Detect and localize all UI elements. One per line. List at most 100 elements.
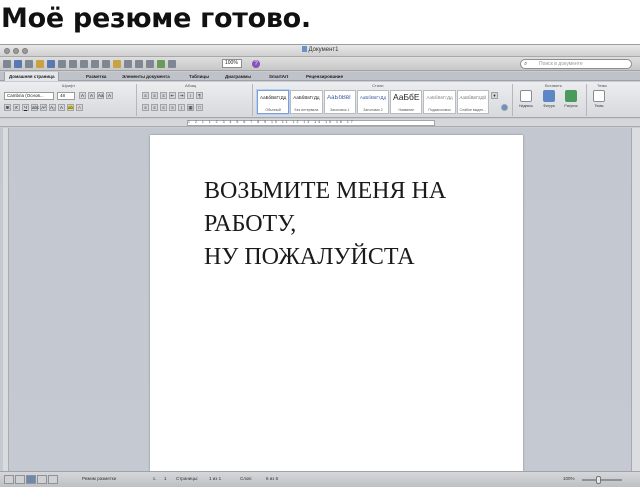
group-styles-title: Стили (372, 83, 384, 88)
change-case-button[interactable]: Aa (97, 92, 104, 99)
ribbon-tabs: Домашняя страница Разметка Элементы доку… (0, 72, 640, 81)
list-buttons: ≡ ≡ ≡ ⇤ ⇥ ↕ ¶ (142, 92, 203, 99)
document-page[interactable]: ВОЗЬМИТЕ МЕНЯ НА РАБОТУ, НУ ПОЖАЛУЙСТА (150, 135, 523, 471)
align-buttons: ≡ ≡ ≡ ≡ ↨ ▦ □ (142, 104, 203, 111)
style-tile[interactable]: АаБбВвГгДд Слабое выдел... (456, 90, 489, 114)
grow-font-button[interactable]: A (79, 92, 86, 99)
italic-button[interactable]: К (13, 104, 20, 111)
shrink-font-button[interactable]: A (88, 92, 95, 99)
style-name: Заголовок 1 (330, 108, 350, 112)
font-name-select[interactable]: Cambria (Основ... (4, 92, 54, 100)
group-insert-title: Вставить (545, 83, 562, 88)
style-tile[interactable]: АаБбВвГгДд Подзаголовок (423, 90, 456, 114)
save-icon[interactable] (47, 60, 55, 68)
zoom-select[interactable]: 100% (222, 59, 242, 68)
font-size-select[interactable]: 48 (57, 92, 75, 100)
bold-button[interactable]: Ж (4, 104, 11, 111)
subscript-button[interactable]: A₂ (49, 104, 56, 111)
toolbar-icons (3, 60, 176, 68)
shading-button[interactable]: ▦ (187, 104, 194, 111)
tab-smartart[interactable]: SmartArt (269, 72, 288, 81)
window-title: Документ1 (0, 46, 640, 53)
insert-item-label: Фигура (543, 104, 555, 108)
insert-shape-button[interactable]: Фигура (540, 90, 558, 108)
outline-view-button[interactable] (15, 475, 25, 484)
group-font-title: Шрифт (62, 83, 76, 88)
numbering-button[interactable]: ≡ (151, 92, 158, 99)
print-layout-button[interactable] (26, 475, 36, 484)
print-icon[interactable] (58, 60, 66, 68)
insert-textbox-button[interactable]: Надпись (517, 90, 535, 108)
tab-layout[interactable]: Разметка (86, 72, 106, 81)
templates-icon[interactable] (25, 60, 33, 68)
styles-expand-button[interactable]: ▾ (491, 92, 498, 99)
copy-icon[interactable] (80, 60, 88, 68)
zoom-slider[interactable] (582, 476, 622, 484)
align-left-button[interactable]: ≡ (142, 104, 149, 111)
text-effects-button[interactable]: A (58, 104, 65, 111)
vertical-ruler[interactable] (3, 128, 9, 471)
clear-format-button[interactable]: A (106, 92, 113, 99)
font-color-button[interactable]: A (76, 104, 83, 111)
insert-picture-button[interactable]: Рисунок (562, 90, 580, 108)
themes-button[interactable]: Темы (590, 90, 608, 108)
tab-charts[interactable]: Диаграммы (225, 72, 251, 81)
document-line: НУ ПОЖАЛУЙСТА (204, 244, 415, 270)
multilevel-button[interactable]: ≡ (160, 92, 167, 99)
superscript-button[interactable]: A² (40, 104, 47, 111)
open-folder-icon[interactable] (36, 60, 44, 68)
style-tile[interactable]: АаБбВвГгДд Без интервала (290, 90, 323, 114)
decrease-indent-button[interactable]: ⇤ (169, 92, 176, 99)
gallery-icon[interactable] (157, 60, 165, 68)
styles-pane-icon[interactable] (501, 104, 508, 111)
style-tile[interactable]: АаБбВвГгДд Обычный (257, 90, 290, 114)
notebook-view-button[interactable] (37, 475, 47, 484)
themes-icon (593, 90, 605, 102)
vertical-scrollbar[interactable] (631, 128, 640, 471)
search-placeholder: Поиск в документе (539, 61, 583, 67)
publishing-view-button[interactable] (48, 475, 58, 484)
sort-button[interactable]: ↕ (187, 92, 194, 99)
search-input[interactable]: ⌕ Поиск в документе (520, 59, 632, 69)
redo-icon[interactable] (124, 60, 132, 68)
view-mode-label: Режим разметки (82, 476, 117, 481)
align-right-button[interactable]: ≡ (160, 104, 167, 111)
paste-icon[interactable] (91, 60, 99, 68)
tab-home[interactable]: Домашняя страница (4, 72, 60, 81)
undo-icon[interactable] (113, 60, 121, 68)
increase-indent-button[interactable]: ⇥ (178, 92, 185, 99)
style-tile[interactable]: АаБбВвГ Заголовок 1 (323, 90, 356, 114)
align-center-button[interactable]: ≡ (151, 104, 158, 111)
style-tile[interactable]: АаБбВвГгДд Заголовок 2 (356, 90, 390, 114)
style-tile[interactable]: АаБбЕ Название (390, 90, 423, 114)
pilcrow-icon[interactable] (135, 60, 143, 68)
underline-button[interactable]: Ч (22, 104, 29, 111)
borders-button[interactable]: □ (196, 104, 203, 111)
show-marks-button[interactable]: ¶ (196, 92, 203, 99)
sidebar-icon[interactable] (146, 60, 154, 68)
insert-item-label: Рисунок (564, 104, 578, 108)
tab-tables[interactable]: Таблицы (189, 72, 209, 81)
group-paragraph-title: Абзац (185, 83, 197, 88)
highlight-button[interactable]: ab (67, 104, 74, 111)
document-icon (301, 46, 307, 52)
bullets-button[interactable]: ≡ (142, 92, 149, 99)
nav-icon[interactable] (3, 60, 11, 68)
draft-view-button[interactable] (4, 475, 14, 484)
strikethrough-button[interactable]: abc (31, 104, 39, 111)
justify-button[interactable]: ≡ (169, 104, 176, 111)
document-body[interactable]: ВОЗЬМИТЕ МЕНЯ НА РАБОТУ, НУ ПОЖАЛУЙСТА (204, 175, 446, 274)
horizontal-ruler[interactable]: 1 2 1 1 2 3 4 5 6 7 8 9 10 11 12 13 14 1… (187, 120, 435, 126)
tab-review[interactable]: Рецензирование (306, 72, 343, 81)
format-painter-icon[interactable] (102, 60, 110, 68)
toolbox-icon[interactable] (168, 60, 176, 68)
new-document-icon[interactable] (14, 60, 22, 68)
zoom-slider-knob[interactable] (596, 476, 601, 484)
help-icon[interactable]: ? (252, 60, 260, 68)
cut-icon[interactable] (69, 60, 77, 68)
line-spacing-button[interactable]: ↨ (178, 104, 185, 111)
ribbon-separator (586, 84, 587, 116)
title-bar: Документ1 (0, 45, 640, 57)
pages-value: 1 из 1 (209, 476, 222, 481)
tab-document-elements[interactable]: Элементы документа (122, 72, 170, 81)
